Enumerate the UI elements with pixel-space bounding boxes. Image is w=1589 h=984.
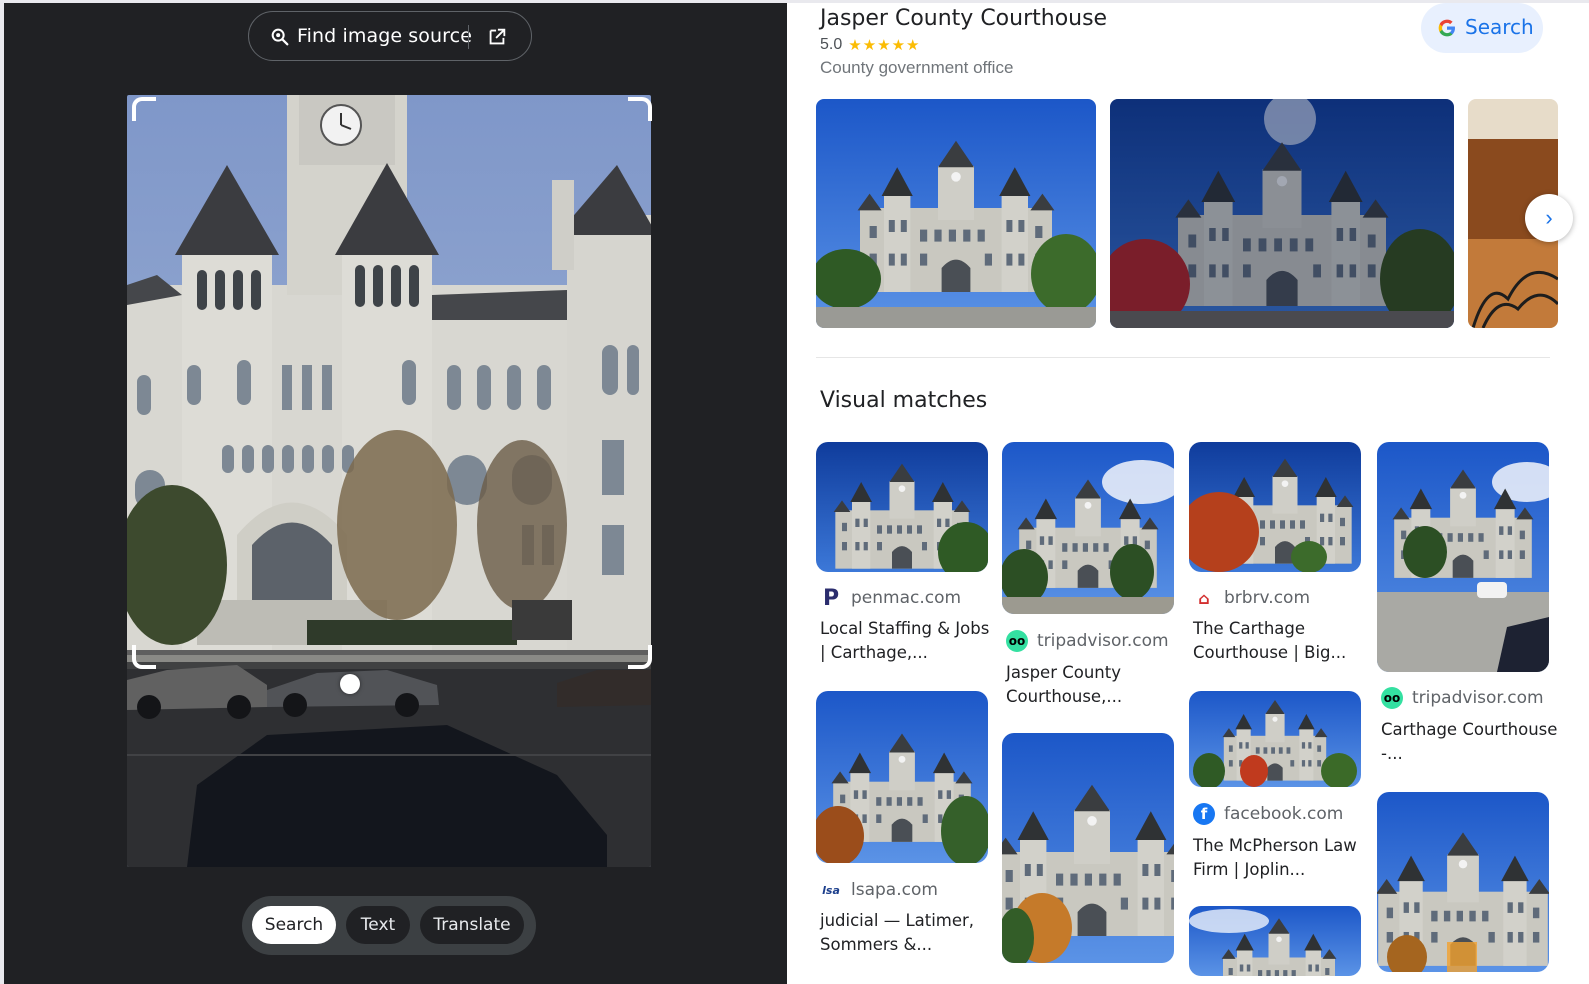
google-g-icon <box>1438 19 1455 37</box>
crop-handle-top-left[interactable] <box>132 97 156 121</box>
visual-match-image[interactable] <box>1377 442 1549 672</box>
source-site: facebook.com <box>1224 804 1344 824</box>
visual-match-image[interactable] <box>1189 906 1361 976</box>
lsapa-icon: lsa <box>822 883 840 897</box>
knowledge-panel-title[interactable]: Jasper County Courthouse <box>820 6 1107 31</box>
mode-text-button[interactable]: Text <box>346 906 410 944</box>
crop-outside-overlay <box>127 662 651 867</box>
star-rating-icon: ★★★★★ <box>848 37 921 54</box>
crop-handle-bottom-left[interactable] <box>132 645 156 669</box>
tripadvisor-icon: oo <box>1381 687 1403 709</box>
visual-match-image[interactable] <box>1377 792 1549 972</box>
visual-match-image[interactable] <box>1189 442 1361 572</box>
crop-handle-bottom-right[interactable] <box>628 645 652 669</box>
rating: 5.0 ★★★★★ <box>820 36 921 54</box>
penmac-icon: P <box>820 586 842 611</box>
visual-matches-title: Visual matches <box>820 388 988 413</box>
place-photo-1[interactable] <box>816 99 1096 328</box>
visual-match-title[interactable]: Local Staffing & Jobs | Carthage,... <box>820 617 998 665</box>
results-pane: Jasper County Courthouse 5.0 ★★★★★ Count… <box>787 3 1589 984</box>
visual-match-image[interactable] <box>1189 691 1361 787</box>
visual-match-image[interactable] <box>816 691 988 863</box>
visual-match-image[interactable] <box>1002 442 1174 614</box>
rating-value: 5.0 <box>820 36 843 53</box>
source-site: brbrv.com <box>1224 588 1311 608</box>
visual-match-source[interactable]: P penmac.com <box>820 586 962 611</box>
find-image-source-label: Find image source <box>297 25 472 47</box>
source-site: penmac.com <box>851 588 962 608</box>
lens-search-icon <box>271 28 289 46</box>
visual-match-source[interactable]: lsa lsapa.com <box>820 879 938 901</box>
mode-translate-button[interactable]: Translate <box>420 906 524 944</box>
open-in-new-icon[interactable] <box>486 26 508 48</box>
object-selection-dot[interactable] <box>340 674 360 694</box>
section-divider <box>816 357 1550 358</box>
place-photo-2[interactable] <box>1110 99 1454 328</box>
visual-match-title[interactable]: Carthage Courthouse -... <box>1381 718 1559 766</box>
visual-match-title[interactable]: judicial — Latimer, Sommers &... <box>820 909 998 957</box>
place-type: County government office <box>820 58 1014 77</box>
visual-match-title[interactable]: The McPherson Law Firm | Joplin... <box>1193 834 1371 882</box>
visual-match-image[interactable] <box>816 442 988 572</box>
carousel-next-button[interactable]: › <box>1525 194 1573 242</box>
facebook-icon: f <box>1193 803 1215 825</box>
source-site: lsapa.com <box>851 880 938 900</box>
barn-icon: ⌂ <box>1198 588 1210 608</box>
search-button-label: Search <box>1465 15 1534 39</box>
tripadvisor-icon: oo <box>1006 630 1028 652</box>
mode-search-button[interactable]: Search <box>252 906 336 944</box>
google-search-button[interactable]: Search <box>1421 3 1543 53</box>
visual-match-title[interactable]: The Carthage Courthouse | Big... <box>1193 617 1371 665</box>
image-viewer-pane: Find image source Search Text Translate <box>4 3 794 984</box>
visual-match-source[interactable]: f facebook.com <box>1193 803 1343 825</box>
divider <box>468 25 469 49</box>
uploaded-image[interactable] <box>127 95 651 867</box>
visual-match-source[interactable]: oo tripadvisor.com <box>1381 687 1544 709</box>
lens-screen: Find image source Search Text Translate … <box>4 3 1589 984</box>
source-site: tripadvisor.com <box>1037 631 1169 651</box>
visual-match-image[interactable] <box>1002 733 1174 963</box>
source-site: tripadvisor.com <box>1412 688 1544 708</box>
visual-match-title[interactable]: Jasper County Courthouse,... <box>1006 661 1184 709</box>
visual-match-source[interactable]: ⌂ brbrv.com <box>1193 587 1310 609</box>
mode-switcher: Search Text Translate <box>242 896 536 955</box>
visual-match-source[interactable]: oo tripadvisor.com <box>1006 630 1169 652</box>
crop-handle-top-right[interactable] <box>628 97 652 121</box>
find-image-source-button[interactable]: Find image source <box>248 11 532 61</box>
